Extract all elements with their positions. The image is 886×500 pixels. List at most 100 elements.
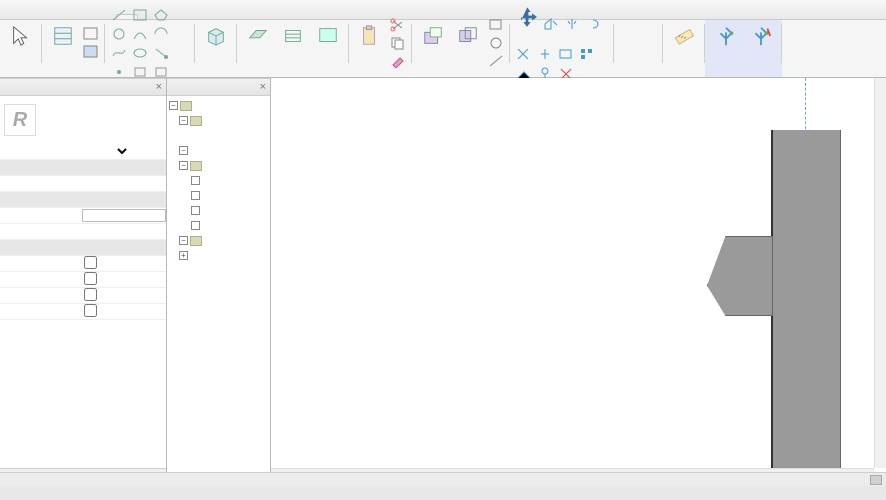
tree-n (169, 188, 268, 203)
geo-sm2[interactable] (486, 34, 506, 52)
ribbon-group-geometry (412, 20, 510, 77)
trim-button[interactable] (514, 45, 534, 63)
geo-sm3[interactable] (486, 52, 506, 70)
tree-e (169, 173, 268, 188)
geo-icon (488, 54, 504, 68)
mirror-button[interactable] (562, 15, 582, 33)
rotate-button[interactable] (583, 15, 603, 33)
draw-ellipse[interactable] (130, 44, 150, 62)
properties-title: × (0, 78, 166, 96)
align-icon (543, 17, 559, 31)
prop-small-2[interactable] (81, 43, 101, 61)
omnitit-row (0, 224, 166, 240)
ribbon-group-draw (105, 20, 195, 77)
tree-twist-sh[interactable]: − (179, 236, 188, 245)
tree-s (169, 203, 268, 218)
point-icon (111, 65, 127, 79)
ribbon-group-workplane (237, 20, 349, 77)
browser-tree: − − − − (167, 96, 270, 486)
vertical-check[interactable] (84, 272, 97, 285)
load-project[interactable] (709, 23, 743, 63)
tree-twist-fam[interactable]: + (179, 251, 188, 260)
array-icon (579, 47, 595, 61)
load-icon (715, 25, 737, 47)
array-button[interactable] (577, 45, 597, 63)
circle-icon (111, 27, 127, 41)
draw-poly[interactable] (151, 6, 171, 24)
ribbon-group-modify (510, 20, 614, 77)
view-sm1[interactable] (618, 34, 638, 52)
status-bar (0, 472, 886, 486)
tree-twist-3d[interactable]: − (179, 146, 188, 155)
model-icon (205, 25, 227, 47)
vertical-scrollbar[interactable] (874, 78, 886, 468)
properties-button[interactable] (46, 23, 80, 63)
split-button[interactable] (535, 45, 555, 63)
geojoin-icon (457, 25, 479, 47)
wp-viewer[interactable] (311, 23, 345, 63)
draw-line[interactable] (109, 6, 129, 24)
more-icon (153, 65, 169, 79)
split-icon (537, 47, 553, 61)
load-close[interactable] (744, 23, 778, 63)
ribbon (0, 20, 886, 78)
tree-twist-lv1[interactable] (191, 131, 200, 140)
paste-icon (359, 25, 381, 47)
move-icon (516, 6, 538, 28)
tree-twist-fp[interactable]: − (179, 116, 188, 125)
loadclose-icon (750, 25, 772, 47)
copy-button[interactable] (388, 34, 408, 52)
tab-manage[interactable] (72, 14, 94, 19)
workplane-check[interactable] (84, 256, 97, 269)
tab-view[interactable] (50, 14, 72, 19)
modify-button[interactable] (4, 23, 38, 63)
left-column: × R (0, 78, 167, 486)
tree-twist-w[interactable] (191, 221, 200, 230)
cursor-icon (10, 25, 32, 47)
wp-show[interactable] (276, 23, 310, 63)
draw-arc1[interactable] (130, 25, 150, 43)
tab-insert[interactable] (28, 14, 50, 19)
ribbon-group-properties (42, 20, 105, 77)
cut-button[interactable] (388, 16, 408, 34)
tab-create[interactable] (6, 14, 28, 19)
tree-twist-s[interactable] (191, 206, 200, 215)
shared-check[interactable] (84, 304, 97, 317)
draw-arc2[interactable] (151, 25, 171, 43)
properties-close[interactable]: × (156, 81, 162, 93)
view-sm2[interactable] (639, 34, 659, 52)
properties-thumb: R (4, 104, 36, 136)
paste-button[interactable] (353, 23, 387, 63)
browser-column: × − − − − (167, 78, 271, 486)
geo-sm1[interactable] (486, 16, 506, 34)
omninum-input[interactable] (82, 209, 166, 222)
draw-rect[interactable] (130, 6, 150, 24)
tree-root: − (169, 98, 268, 113)
mirror-icon (564, 17, 580, 31)
move-button[interactable] (514, 4, 540, 44)
draw-spline[interactable] (109, 44, 129, 62)
tree-twist-n[interactable] (191, 191, 200, 200)
plane-icon (247, 25, 269, 47)
geo-join[interactable] (451, 23, 485, 63)
draw-pick[interactable] (151, 44, 171, 62)
tree-sheets: − (169, 233, 268, 248)
measure-button[interactable] (667, 23, 701, 63)
offset-button[interactable] (556, 45, 576, 63)
match-button[interactable] (388, 52, 408, 70)
line-icon (111, 8, 127, 22)
prop-small-1[interactable] (81, 25, 101, 43)
browser-close[interactable]: × (260, 81, 266, 93)
model-button[interactable] (199, 23, 233, 63)
tree-twist-root[interactable]: − (169, 101, 178, 110)
align-button[interactable] (541, 15, 561, 33)
geo-cut[interactable] (416, 23, 450, 63)
wp-set[interactable] (241, 23, 275, 63)
cutvoid-check[interactable] (84, 288, 97, 301)
browser-title: × (167, 78, 270, 96)
family-select[interactable] (82, 145, 130, 158)
ellipse-icon (132, 46, 148, 60)
draw-circle[interactable] (109, 25, 129, 43)
tree-twist-e[interactable] (191, 176, 200, 185)
tree-twist-el[interactable]: − (179, 161, 188, 170)
